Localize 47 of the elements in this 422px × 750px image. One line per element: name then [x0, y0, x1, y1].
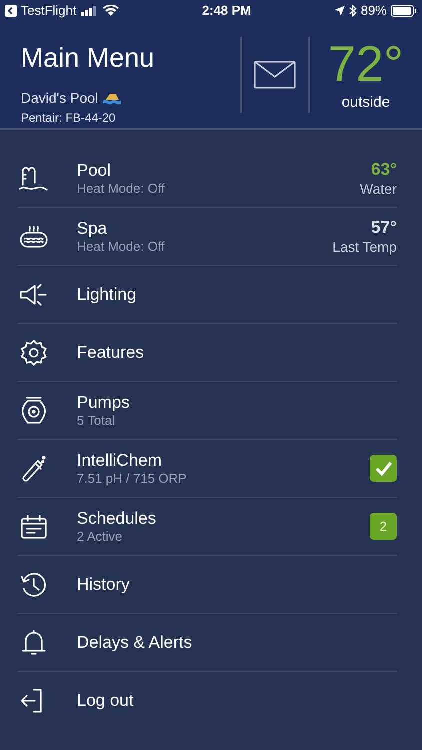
temperature-label: Water [360, 180, 397, 198]
temperature-reading: 63° [371, 160, 397, 180]
count-badge: 2 [370, 513, 397, 540]
menu-label: Pumps [77, 392, 131, 412]
menu-item[interactable]: Pool Heat Mode: Off 63° Water [18, 150, 397, 208]
back-app-link[interactable]: TestFlight [21, 1, 77, 21]
menu-label: History [77, 574, 131, 594]
pool-name: David's Pool [21, 89, 98, 108]
temperature-reading: 57° [371, 218, 397, 238]
menu-subtitle: Heat Mode: Off [77, 180, 166, 196]
menu-item[interactable]: Spa Heat Mode: Off 57° Last Temp [18, 208, 397, 266]
menu-item[interactable]: Delays & Alerts [18, 614, 397, 672]
menu-label: Lighting [77, 284, 138, 304]
battery-icon [391, 5, 417, 17]
menu-subtitle: 5 Total [77, 412, 116, 428]
page-title: Main Menu [21, 42, 156, 74]
menu-item[interactable]: History [18, 556, 397, 614]
back-icon[interactable] [5, 5, 17, 17]
menu-label: Spa [77, 218, 108, 238]
pool-icon [102, 92, 122, 106]
menu-label: Log out [77, 691, 135, 711]
menu-item[interactable]: Lighting [18, 266, 397, 324]
check-icon [374, 460, 392, 476]
menu-subtitle: 2 Active [77, 528, 124, 544]
battery-percent: 89% [360, 2, 387, 20]
wifi-icon [102, 5, 119, 17]
signal-icon [80, 6, 99, 16]
outside-temperature: 72° [328, 38, 404, 90]
menu-item[interactable]: Log out [18, 672, 397, 730]
bluetooth-icon [348, 5, 357, 17]
menu-subtitle: 7.51 pH / 715 ORP [77, 470, 188, 486]
status-time: 2:48 PM [202, 2, 252, 20]
menu-label: Features [77, 342, 146, 362]
menu-label: Delays & Alerts [77, 632, 194, 652]
location-icon [334, 6, 345, 16]
device-id: Pentair: FB-44-20 [21, 110, 117, 127]
menu-item[interactable]: Pumps 5 Total [18, 382, 397, 440]
menu-item[interactable]: Schedules 2 Active 2 [18, 498, 397, 556]
menu-label: IntelliChem [77, 450, 164, 470]
menu-label: Pool [77, 160, 112, 180]
temperature-label: Last Temp [332, 238, 397, 256]
menu-label: Schedules [77, 508, 158, 528]
outside-label: outside [342, 93, 390, 113]
menu-item[interactable]: Features [18, 324, 397, 382]
menu-subtitle: Heat Mode: Off [77, 238, 166, 254]
envelope-icon [254, 61, 296, 89]
menu-item[interactable]: IntelliChem 7.51 pH / 715 ORP [18, 440, 397, 498]
